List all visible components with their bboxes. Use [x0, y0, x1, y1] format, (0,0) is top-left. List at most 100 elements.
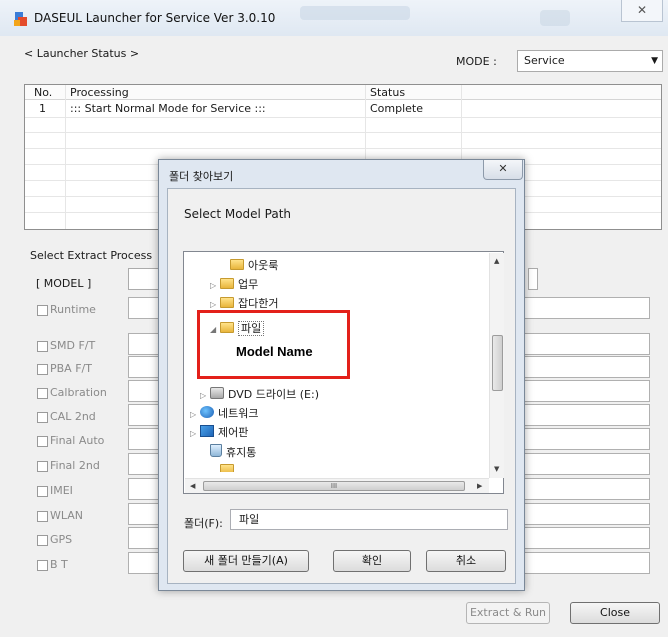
folder-icon: [220, 278, 234, 289]
option-final-2nd[interactable]: Final 2nd: [37, 459, 100, 473]
scrollbar-thumb[interactable]: [492, 335, 503, 391]
model-browse-button[interactable]: [528, 268, 538, 290]
option-label: B T: [50, 558, 68, 571]
tree-item-label: DVD 드라이브 (E:): [228, 388, 319, 401]
option-field[interactable]: [505, 478, 650, 500]
dialog-body: Select Model Path 아웃룩 ▷ 업무 ▷ 잡다한거 ◢ 파일 ▷ DVD…: [167, 188, 516, 584]
title-bar-blur: [540, 10, 570, 26]
scrollbar-grip: III: [330, 482, 338, 490]
tree-item-outlook[interactable]: 아웃룩: [220, 257, 278, 275]
option-label: Calbration: [50, 386, 107, 399]
checkbox[interactable]: [37, 411, 48, 423]
extract-group-label: Select Extract Process: [30, 249, 153, 262]
mode-select[interactable]: Service ▼: [517, 50, 663, 72]
checkbox[interactable]: [37, 559, 48, 571]
cancel-button[interactable]: 취소: [426, 550, 506, 572]
option-field[interactable]: [505, 333, 650, 355]
option-smd-ft[interactable]: SMD F/T: [37, 339, 95, 353]
tree-item-control-panel[interactable]: ▷ 제어판: [190, 424, 248, 442]
folder-icon: [230, 259, 244, 270]
tree-item-label: 네트워크: [218, 407, 259, 420]
option-field[interactable]: [505, 297, 650, 319]
option-label: Runtime: [50, 303, 96, 316]
expand-arrow-icon[interactable]: ▷: [210, 277, 220, 295]
checkbox[interactable]: [37, 460, 48, 472]
tree-horizontal-scrollbar[interactable]: ◀ III ▶: [185, 478, 489, 493]
option-label: WLAN: [50, 509, 84, 522]
option-imei[interactable]: IMEI: [37, 484, 73, 498]
ok-button[interactable]: 확인: [333, 550, 411, 572]
dialog-description: Select Model Path: [184, 207, 292, 221]
app-icon: [14, 12, 27, 26]
checkbox[interactable]: [37, 387, 48, 399]
expand-arrow-icon[interactable]: ▷: [200, 387, 210, 405]
dialog-title: 폴더 찾아보기: [169, 170, 234, 183]
tree-item-work[interactable]: ▷ 업무: [210, 276, 258, 294]
option-wlan[interactable]: WLAN: [37, 509, 83, 523]
tree-item-recycle-bin[interactable]: 휴지통: [200, 444, 256, 462]
option-final-auto[interactable]: Final Auto: [37, 434, 104, 448]
new-folder-button[interactable]: 새 폴더 만들기(A): [183, 550, 309, 572]
tree-item-label: 제어판: [218, 426, 249, 439]
checkbox[interactable]: [37, 510, 48, 522]
mode-select-value: Service: [524, 54, 565, 67]
checkbox[interactable]: [37, 534, 48, 546]
option-label: Final 2nd: [50, 459, 100, 472]
checkbox[interactable]: [37, 304, 48, 316]
option-field[interactable]: [505, 503, 650, 525]
dialog-close-button[interactable]: ✕: [483, 160, 523, 180]
option-field[interactable]: [505, 404, 650, 426]
tree-item-label: 업무: [238, 278, 259, 291]
checkbox[interactable]: [37, 485, 48, 497]
checkbox[interactable]: [37, 340, 48, 352]
option-bt[interactable]: B T: [37, 558, 68, 572]
model-label: [ MODEL ]: [36, 277, 92, 290]
option-field[interactable]: [505, 356, 650, 378]
tree-item-network[interactable]: ▷ 네트워크: [190, 405, 258, 423]
option-calbration[interactable]: Calbration: [37, 386, 107, 400]
folder-name-input[interactable]: 파일: [230, 509, 508, 530]
scroll-left-icon[interactable]: ◀: [190, 482, 195, 490]
table-header-row: No. Processing Status: [25, 85, 661, 100]
option-gps[interactable]: GPS: [37, 533, 72, 547]
expand-arrow-icon[interactable]: ▷: [190, 406, 200, 424]
dropdown-arrow-icon: ▼: [651, 56, 658, 66]
tree-item-label: 잡다한거: [238, 297, 279, 310]
close-button[interactable]: Close: [570, 602, 660, 624]
option-pba-ft[interactable]: PBA F/T: [37, 362, 92, 376]
scrollbar-thumb[interactable]: III: [203, 481, 465, 491]
option-runtime[interactable]: Runtime: [37, 303, 96, 317]
option-field[interactable]: [505, 453, 650, 475]
expand-arrow-icon[interactable]: ▷: [190, 425, 200, 443]
tree-item-label: 휴지통: [226, 446, 257, 459]
column-header-processing: Processing: [70, 86, 129, 99]
control-panel-icon: [200, 425, 214, 437]
tree-vertical-scrollbar[interactable]: ▲ ▼: [489, 253, 504, 478]
extract-run-button[interactable]: Extract & Run: [466, 602, 550, 624]
window-close-button[interactable]: ✕: [621, 0, 663, 22]
table-row-empty: [25, 134, 661, 149]
option-label: SMD F/T: [50, 339, 96, 352]
option-field[interactable]: [505, 380, 650, 402]
row-status: Complete: [370, 102, 424, 115]
close-icon: ✕: [498, 162, 508, 175]
model-name-annotation: Model Name: [236, 344, 313, 359]
option-field[interactable]: [505, 552, 650, 574]
option-label: GPS: [50, 533, 73, 546]
option-cal-2nd[interactable]: CAL 2nd: [37, 410, 96, 424]
table-row[interactable]: 1 ::: Start Normal Mode for Service ::: …: [25, 101, 661, 118]
tree-item-dvd[interactable]: ▷ DVD 드라이브 (E:): [200, 386, 319, 404]
checkbox[interactable]: [37, 435, 48, 447]
tree-item-partial: [210, 462, 238, 472]
checkbox[interactable]: [37, 363, 48, 375]
option-field[interactable]: [505, 527, 650, 549]
row-no: 1: [39, 102, 46, 115]
scroll-down-icon[interactable]: ▼: [494, 465, 499, 473]
scroll-right-icon[interactable]: ▶: [477, 482, 482, 490]
option-field[interactable]: [505, 428, 650, 450]
option-label: CAL 2nd: [50, 410, 96, 423]
title-bar-blur: [300, 6, 410, 20]
column-header-status: Status: [370, 86, 406, 99]
dvd-drive-icon: [210, 387, 224, 399]
scroll-up-icon[interactable]: ▲: [494, 257, 499, 265]
